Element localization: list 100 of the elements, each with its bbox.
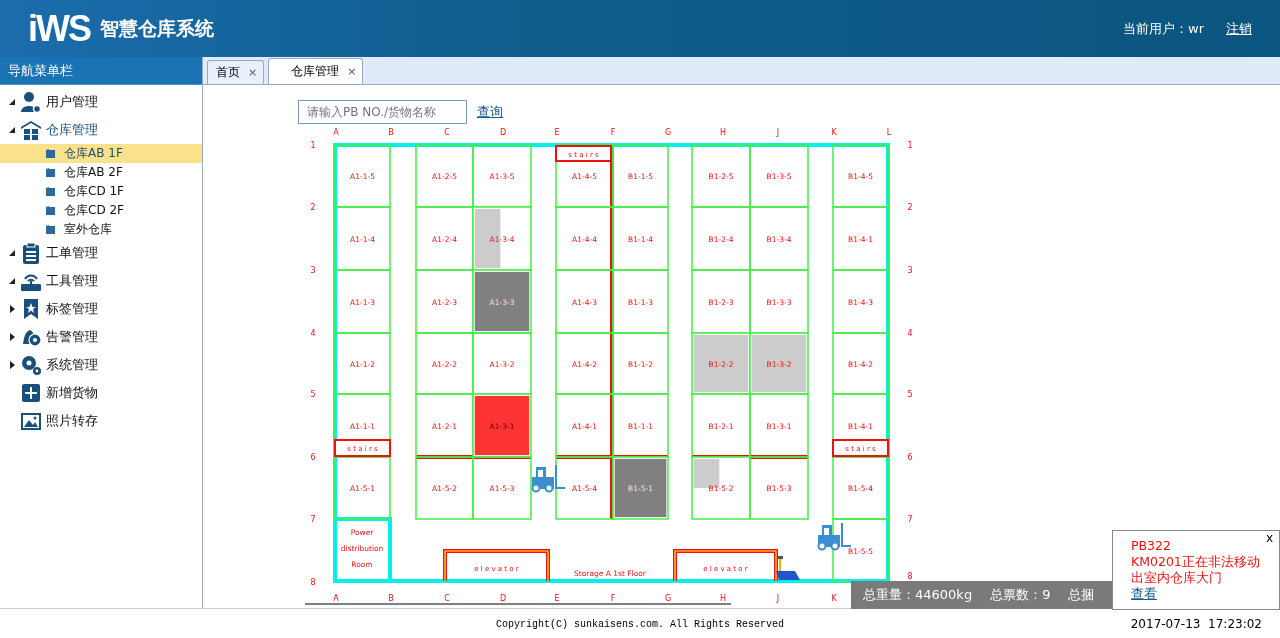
close-icon[interactable]: x bbox=[1265, 531, 1273, 545]
storage-cell[interactable] bbox=[832, 269, 889, 334]
row-label: 7 bbox=[907, 515, 913, 524]
forklift-icon bbox=[531, 465, 565, 493]
storage-cell[interactable] bbox=[555, 144, 614, 208]
storage-cell[interactable] bbox=[334, 206, 391, 271]
storage-cell[interactable] bbox=[691, 144, 751, 208]
expanded-arrow-icon[interactable] bbox=[9, 249, 16, 257]
submenu-item[interactable]: 仓库CD 1F bbox=[0, 182, 202, 201]
menu-item[interactable]: 照片转存 bbox=[0, 407, 202, 435]
storage-cell[interactable] bbox=[832, 456, 889, 520]
storage-cell[interactable] bbox=[749, 393, 809, 458]
close-icon[interactable]: × bbox=[248, 66, 258, 79]
stat-text: 总重量：44600kg bbox=[863, 586, 973, 604]
sidebar-title: 导航菜单栏 bbox=[0, 57, 202, 85]
collapsed-arrow-icon[interactable] bbox=[9, 305, 16, 313]
collapsed-arrow-icon[interactable] bbox=[9, 333, 16, 341]
expanded-arrow-icon[interactable] bbox=[9, 126, 16, 134]
storage-cell[interactable] bbox=[749, 206, 809, 271]
menu-item[interactable]: 标签管理 bbox=[0, 295, 202, 323]
menu-item[interactable]: 仓库管理 bbox=[0, 116, 202, 144]
row-label: 3 bbox=[907, 266, 913, 275]
expanded-arrow-icon[interactable] bbox=[9, 277, 16, 285]
menu-item[interactable]: 新增货物 bbox=[0, 379, 202, 407]
storage-cell[interactable] bbox=[832, 332, 889, 395]
column-label: C bbox=[444, 594, 450, 603]
alert-text: KM0201正在非法移动 bbox=[1131, 554, 1260, 570]
row-label: 5 bbox=[907, 390, 913, 399]
folder-icon bbox=[46, 206, 55, 215]
tab[interactable]: 仓库管理 × bbox=[268, 58, 364, 84]
row-label: 5 bbox=[310, 390, 316, 399]
storage-cell[interactable] bbox=[612, 456, 669, 520]
tab[interactable]: 首页 × bbox=[207, 60, 265, 84]
row-label: 6 bbox=[907, 453, 913, 462]
submenu-item[interactable]: 仓库AB 1F bbox=[0, 144, 202, 163]
storage-cell[interactable] bbox=[555, 269, 614, 334]
storage-cell[interactable] bbox=[832, 206, 889, 271]
submenu-item[interactable]: 仓库AB 2F bbox=[0, 163, 202, 182]
storage-cell[interactable] bbox=[749, 456, 809, 520]
menu-item[interactable]: 工单管理 bbox=[0, 239, 202, 267]
menu-item[interactable]: 工具管理 bbox=[0, 267, 202, 295]
storage-cell[interactable] bbox=[415, 144, 474, 208]
menu-item[interactable]: 告警管理 bbox=[0, 323, 202, 351]
storage-cell[interactable] bbox=[555, 332, 614, 395]
column-label: A bbox=[333, 128, 339, 137]
column-label: H bbox=[720, 594, 726, 603]
stat-text: 总捆 bbox=[1068, 586, 1095, 604]
storage-cell[interactable] bbox=[334, 332, 391, 395]
storage-cell[interactable] bbox=[612, 206, 669, 271]
row-label: 3 bbox=[310, 266, 316, 275]
collapsed-arrow-icon[interactable] bbox=[9, 361, 16, 369]
folder-icon bbox=[46, 187, 55, 196]
column-label: K bbox=[831, 128, 837, 137]
submenu-item[interactable]: 室外仓库 bbox=[0, 220, 202, 239]
row-label: 4 bbox=[310, 329, 316, 338]
column-label: E bbox=[554, 594, 560, 603]
column-label: D bbox=[499, 128, 507, 137]
alert-text: 出室内仓库大门 bbox=[1131, 570, 1222, 586]
folder-icon bbox=[46, 168, 55, 177]
storage-cell[interactable] bbox=[555, 206, 614, 271]
storage-cell[interactable] bbox=[472, 393, 532, 458]
row-label: 2 bbox=[907, 203, 913, 212]
column-label: D bbox=[499, 594, 507, 603]
search-link[interactable]: 查询 bbox=[477, 103, 503, 121]
storage-cell[interactable] bbox=[472, 206, 532, 271]
storage-cell[interactable] bbox=[832, 144, 889, 208]
storage-cell[interactable] bbox=[691, 332, 751, 395]
storage-cell[interactable] bbox=[334, 456, 391, 520]
logout-link[interactable]: 注销 bbox=[1226, 19, 1252, 38]
storage-cell[interactable] bbox=[612, 144, 669, 208]
view-link[interactable]: 查看 bbox=[1131, 586, 1157, 602]
user-gear-icon bbox=[20, 91, 42, 113]
storage-cell[interactable] bbox=[415, 456, 474, 520]
copyright-text: Copyright(C) sunkaisens.com. All Rights Reserved bbox=[495, 618, 784, 630]
menu-item[interactable]: 系统管理 bbox=[0, 351, 202, 379]
storage-cell[interactable] bbox=[415, 332, 474, 395]
storage-cell[interactable] bbox=[555, 393, 614, 458]
storage-cell[interactable] bbox=[334, 269, 391, 334]
app-title: 智慧仓库系统 bbox=[100, 15, 214, 41]
storage-cell[interactable] bbox=[749, 332, 809, 395]
menu-item[interactable]: 用户管理 bbox=[0, 88, 202, 116]
close-icon[interactable]: × bbox=[347, 65, 357, 78]
column-label: A bbox=[333, 594, 339, 603]
search-field[interactable]: 请输入PB NO./货物名称 bbox=[298, 100, 467, 124]
storage-cell[interactable] bbox=[334, 144, 391, 208]
column-label: F bbox=[610, 594, 616, 603]
storage-cell[interactable] bbox=[691, 206, 751, 271]
storage-cell[interactable] bbox=[612, 269, 669, 334]
storage-cell[interactable] bbox=[472, 456, 532, 520]
storage-cell[interactable] bbox=[612, 332, 669, 395]
expanded-arrow-icon[interactable] bbox=[9, 98, 16, 106]
storage-cell[interactable] bbox=[472, 269, 532, 334]
row-label: 4 bbox=[907, 329, 913, 338]
storage-cell[interactable] bbox=[691, 456, 751, 520]
row-label: 8 bbox=[310, 578, 316, 587]
storage-cell[interactable] bbox=[749, 144, 809, 208]
stairs-marker bbox=[334, 439, 391, 457]
submenu-item[interactable]: 仓库CD 2F bbox=[0, 201, 202, 220]
row-label: 1 bbox=[310, 141, 316, 150]
column-label: H bbox=[720, 128, 726, 137]
